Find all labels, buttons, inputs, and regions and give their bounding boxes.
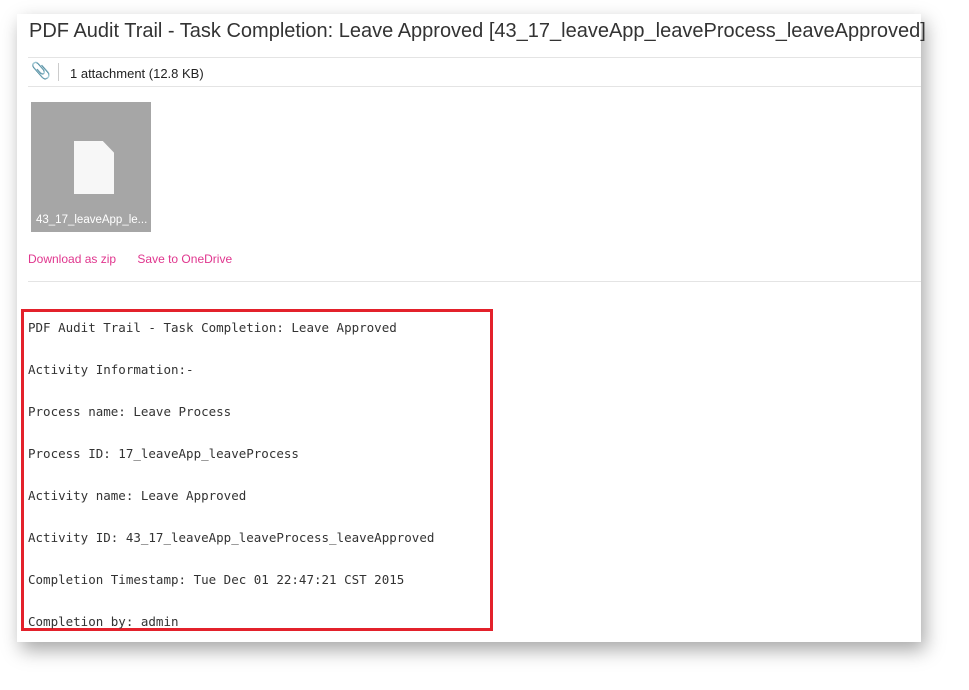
body-line: Process ID: 17_leaveApp_leaveProcess: [28, 446, 299, 461]
attachment-bar: 📎 1 attachment (12.8 KB): [28, 57, 921, 87]
attachment-count: 1 attachment (12.8 KB): [70, 66, 204, 81]
email-window: PDF Audit Trail - Task Completion: Leave…: [17, 14, 926, 642]
save-onedrive-link[interactable]: Save to OneDrive: [137, 252, 232, 266]
download-zip-link[interactable]: Download as zip: [28, 252, 116, 266]
divider: [58, 63, 59, 81]
attachment-name: 43_17_leaveApp_le...: [36, 214, 148, 226]
body-line: PDF Audit Trail - Task Completion: Leave…: [28, 320, 397, 335]
body-line: Activity Information:-: [28, 362, 194, 377]
email-body-highlighted: PDF Audit Trail - Task Completion: Leave…: [21, 309, 493, 631]
body-line: Completion by: admin: [28, 614, 179, 629]
email-subject: PDF Audit Trail - Task Completion: Leave…: [29, 20, 926, 42]
attachment-tile[interactable]: 43_17_leaveApp_le...: [31, 102, 151, 232]
body-line: Completion Timestamp: Tue Dec 01 22:47:2…: [28, 572, 405, 587]
body-line: Activity ID: 43_17_leaveApp_leaveProcess…: [28, 530, 435, 545]
divider: [28, 86, 921, 87]
body-line: Activity name: Leave Approved: [28, 488, 247, 503]
paperclip-icon: 📎: [31, 63, 51, 80]
file-icon: [74, 141, 114, 194]
body-line: Process name: Leave Process: [28, 404, 232, 419]
divider: [28, 281, 921, 282]
